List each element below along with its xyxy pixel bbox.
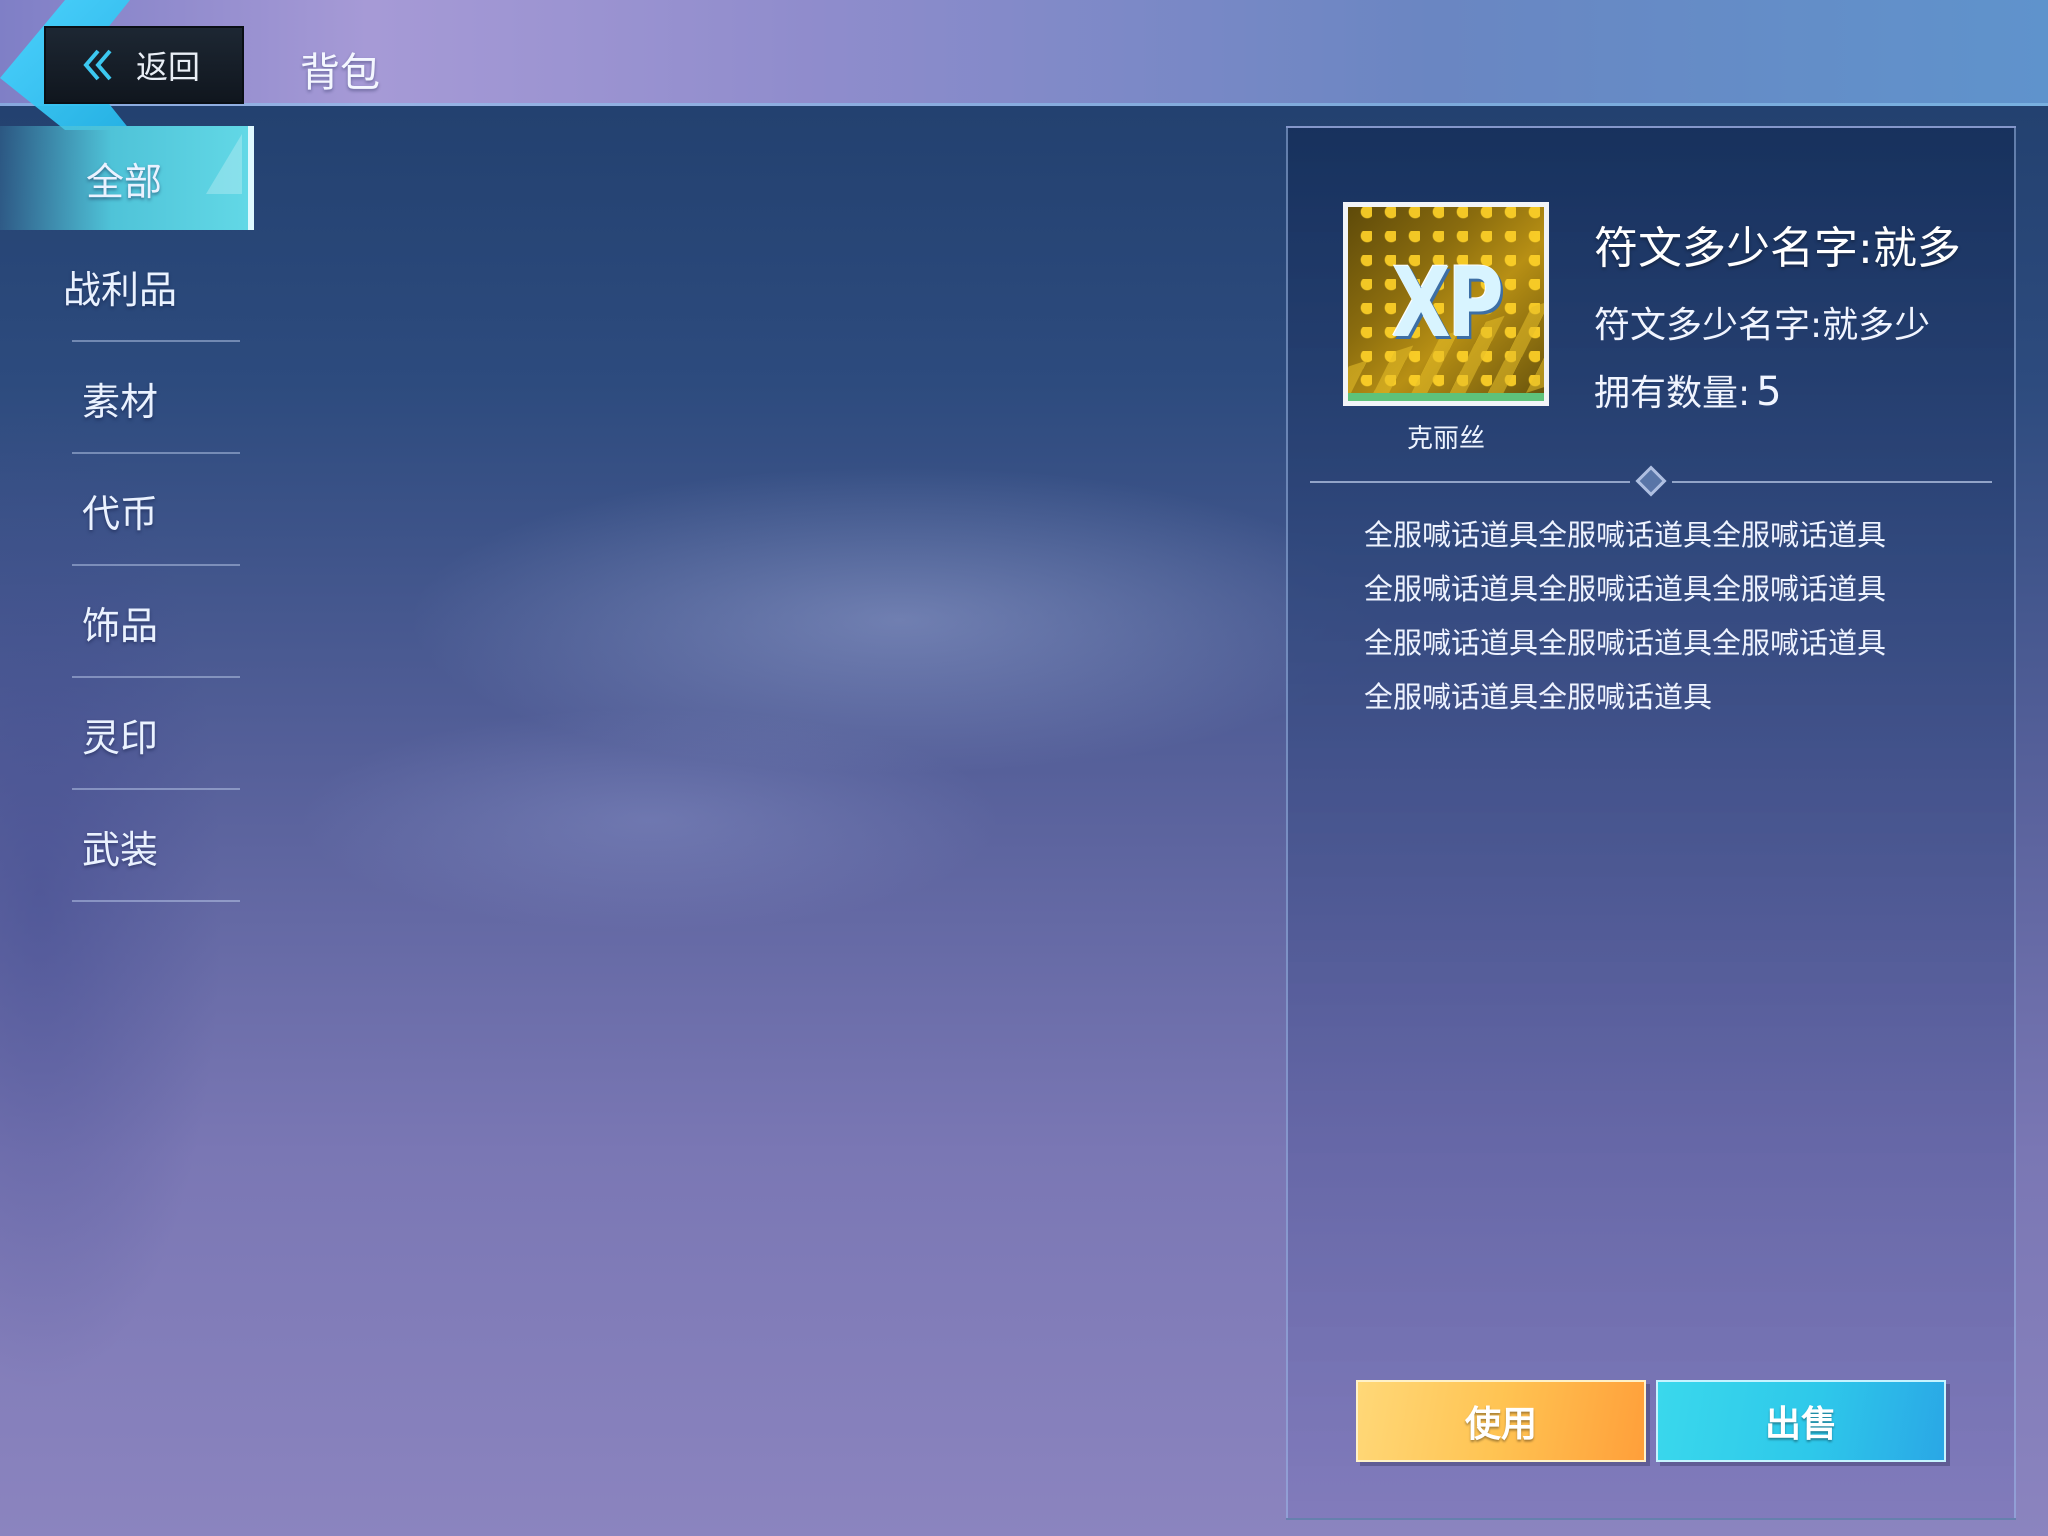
item-count: 拥有数量: 5 <box>1594 364 1782 416</box>
tab-armaments[interactable]: 武装 <box>0 790 240 902</box>
description-line: 全服喊话道具全服喊话道具全服喊话道具 <box>1364 518 1887 552</box>
tab-all[interactable]: 全部 <box>0 126 254 230</box>
diamond-icon <box>1635 465 1667 497</box>
separator-line <box>1672 481 1992 483</box>
tab-label: 代币 <box>81 491 158 536</box>
tab-tokens[interactable]: 代币 <box>0 454 240 566</box>
item-subtitle: 符文多少名字:就多少 <box>1594 305 1931 346</box>
tab-loot[interactable]: 战利品 <box>0 230 240 342</box>
item-description: 全服喊话道具全服喊话道具全服喊话道具 全服喊话道具全服喊话道具全服喊话道具 全服… <box>1364 508 1964 724</box>
tab-seals[interactable]: 灵印 <box>0 678 240 790</box>
item-owner: 克丽丝 <box>1406 424 1485 454</box>
tab-label: 素材 <box>81 379 158 424</box>
use-button[interactable]: 使用 <box>1356 1380 1646 1462</box>
item-detail-panel: XP 克丽丝 符文多少名字:就多 符文多少名字:就多少 拥有数量: 5 全服喊话道… <box>1286 126 2016 1520</box>
xp-item-icon: XP <box>1348 207 1544 393</box>
count-value: 5 <box>1756 369 1782 415</box>
item-name: 符文多少名字:就多 <box>1594 223 1961 274</box>
tab-accessories[interactable]: 饰品 <box>0 566 240 678</box>
item-icon-frame: XP <box>1343 202 1549 406</box>
back-label: 返回 <box>136 48 201 86</box>
description-line: 全服喊话道具全服喊话道具 <box>1364 680 1713 714</box>
rarity-bar <box>1348 393 1544 401</box>
tab-materials[interactable]: 素材 <box>0 342 240 454</box>
tab-label: 灵印 <box>81 715 158 760</box>
tab-label: 武装 <box>81 827 158 872</box>
count-label: 拥有数量: <box>1594 373 1751 414</box>
separator-line <box>1310 481 1630 483</box>
double-chevron-left-icon <box>83 49 112 81</box>
page-title: 背包 <box>300 50 380 96</box>
back-button[interactable]: 返回 <box>44 26 244 104</box>
item-icon-text: XP <box>1391 247 1503 359</box>
description-line: 全服喊话道具全服喊话道具全服喊话道具 <box>1364 572 1887 606</box>
section-separator <box>1310 465 1992 497</box>
category-sidebar: 全部 战利品 素材 代币 饰品 灵印 武装 <box>0 126 260 902</box>
description-line: 全服喊话道具全服喊话道具全服喊话道具 <box>1364 626 1887 660</box>
tab-label: 全部 <box>85 159 162 204</box>
tab-divider <box>72 900 240 902</box>
tab-label: 战利品 <box>62 267 177 312</box>
tab-label: 饰品 <box>81 603 158 648</box>
sell-button[interactable]: 出售 <box>1656 1380 1946 1462</box>
